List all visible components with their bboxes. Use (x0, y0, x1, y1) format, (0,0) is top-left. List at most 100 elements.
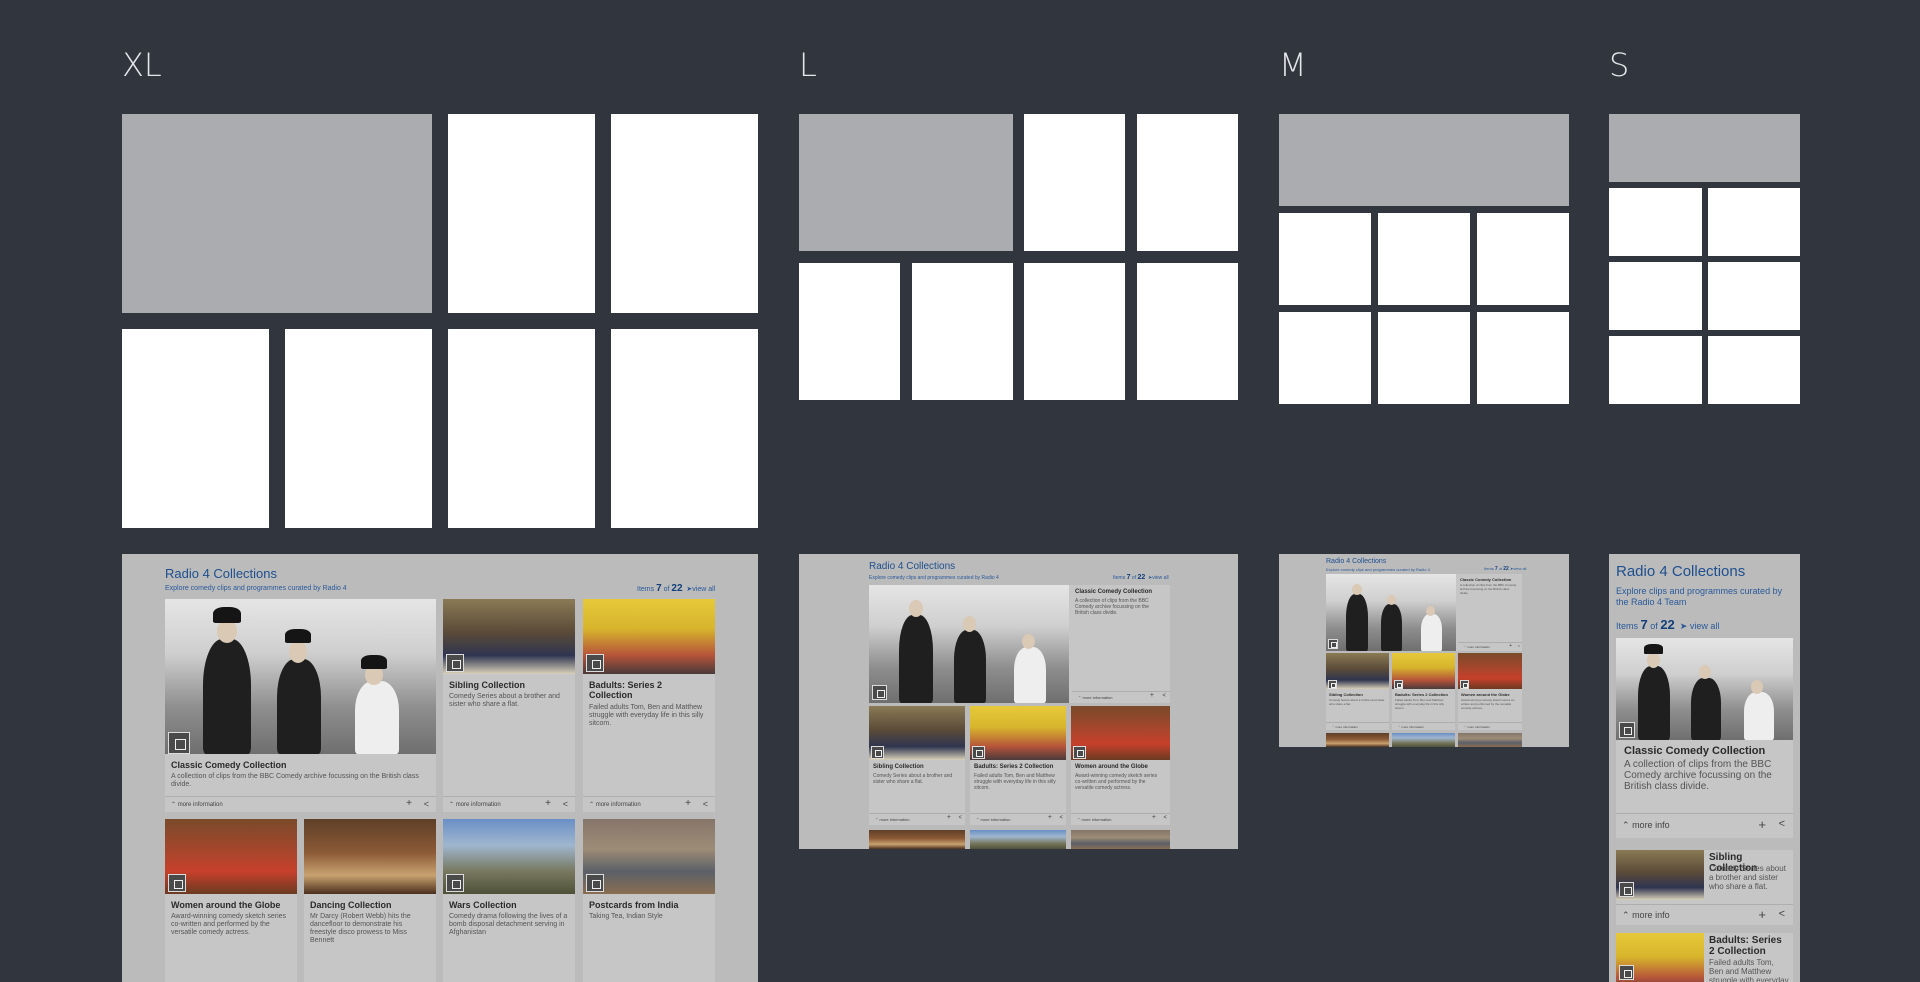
more-info-link[interactable]: ⌃ more information (1078, 695, 1113, 700)
xl-tile (285, 329, 432, 528)
card-dancing[interactable] (869, 830, 965, 849)
card-title: Dancing Collection (310, 900, 392, 910)
view-all-link[interactable]: view all (692, 586, 715, 593)
s-mockup: Radio 4 Collections Explore clips and pr… (1609, 554, 1800, 982)
plus-icon[interactable]: + (1758, 817, 1766, 832)
card-title: Classic Comedy Collection (1460, 577, 1512, 582)
more-info-link[interactable]: ⌃ more information (1398, 725, 1424, 729)
card-postcards-india[interactable] (1071, 830, 1170, 849)
view-all-link[interactable]: view all (1513, 566, 1526, 571)
more-info-link[interactable]: ⌃ more information (171, 801, 223, 808)
more-info-link[interactable]: ⌃ more info (1622, 910, 1670, 921)
card-women-globe[interactable]: Women around the Globe Award-winning com… (165, 819, 297, 982)
card-desc: Award-winning comedy sketch series co-wr… (171, 913, 287, 936)
plus-icon[interactable]: + (947, 814, 951, 821)
share-icon[interactable]: < (958, 815, 962, 821)
card-desc: A collection of clips from the BBC Comed… (171, 773, 419, 788)
more-info-link[interactable]: ⌃ more information (1464, 645, 1490, 649)
l-mockup: Radio 4 Collections Explore comedy clips… (799, 554, 1238, 849)
card-wars[interactable] (1392, 733, 1455, 747)
card-classic-comedy[interactable]: Classic Comedy Collection A collection o… (1616, 638, 1793, 838)
more-info-link[interactable]: ⌃ more information (875, 817, 910, 822)
more-info-link[interactable]: ⌃ more information (1077, 817, 1112, 822)
card-classic-comedy[interactable]: Classic Comedy Collection A collection o… (165, 599, 436, 812)
share-icon[interactable]: < (1779, 908, 1785, 920)
plus-icon[interactable]: + (685, 798, 691, 809)
card-footer: ⌃ more info + < (1616, 904, 1793, 925)
card-badults[interactable]: Badults: Series 2 Collection Failed adul… (970, 706, 1066, 825)
plus-icon[interactable]: + (406, 798, 412, 809)
card-desc: Failed adults Tom, Ben and Matthew strug… (589, 704, 704, 727)
card-title: Sibling Collection (873, 764, 924, 770)
size-label-l: L (799, 46, 817, 84)
card-sibling[interactable]: Sibling Collection Comedy Series about a… (869, 706, 965, 825)
card-wars[interactable] (970, 830, 1066, 849)
share-icon[interactable]: < (1779, 818, 1785, 830)
card-postcards-india[interactable]: Postcards from India Taking Tea, Indian … (583, 819, 715, 982)
share-icon[interactable]: < (1518, 643, 1520, 648)
more-info-link[interactable]: ⌃ more information (589, 801, 641, 808)
card-sibling[interactable]: Sibling Collection Comedy Series about a… (1616, 850, 1793, 925)
card-sibling[interactable]: Sibling Collection Comedy Series about a… (1326, 653, 1389, 730)
more-info-link[interactable]: ⌃ more information (1464, 725, 1490, 729)
card-badults[interactable]: Badults: Series 2 Collection Failed adul… (583, 599, 715, 812)
xl-feature-block (122, 114, 432, 313)
card-classic-comedy[interactable]: Classic Comedy Collection A collection o… (1326, 574, 1522, 651)
share-icon[interactable]: < (1163, 815, 1167, 821)
chevron-up-icon: ⌃ (1622, 910, 1630, 920)
gallery-icon (972, 746, 985, 759)
chevron-right-icon: ➤ (1679, 621, 1688, 631)
plus-icon[interactable]: + (1150, 692, 1154, 699)
card-classic-comedy[interactable]: Classic Comedy Collection A collection o… (869, 585, 1170, 703)
share-icon[interactable]: < (563, 799, 568, 809)
card-title: Badults: Series 2 Collection (1395, 692, 1448, 697)
share-icon[interactable]: < (703, 799, 708, 809)
xl-mockup: Radio 4 Collections Explore comedy clips… (122, 554, 758, 982)
more-info-link[interactable]: ⌃ more information (449, 801, 501, 808)
card-postcards-india[interactable] (1458, 733, 1522, 747)
card-desc: Failed adults Tom, Ben and Matthew strug… (974, 773, 1056, 791)
share-icon[interactable]: < (424, 799, 429, 809)
share-icon[interactable]: < (1162, 693, 1166, 699)
chevron-up-icon: ⌃ (1077, 817, 1081, 822)
gallery-icon (446, 874, 464, 892)
card-footer: ⌃ more information (1392, 722, 1455, 730)
card-dancing[interactable] (1326, 733, 1389, 747)
card-image (1616, 638, 1793, 740)
gallery-icon (168, 732, 190, 754)
plus-icon[interactable]: + (1152, 814, 1156, 821)
card-sibling[interactable]: Sibling Collection Comedy Series about a… (443, 599, 575, 812)
view-all-link[interactable]: view all (1152, 575, 1168, 581)
gallery-icon (871, 746, 884, 759)
chevron-up-icon: ⌃ (449, 802, 455, 808)
card-women-globe[interactable]: Women around the Globe Award-winning com… (1071, 706, 1170, 825)
gallery-icon (1619, 882, 1634, 897)
s-tile (1708, 262, 1800, 330)
share-icon[interactable]: < (1059, 815, 1063, 821)
items-counter: Items 7 of 22 ➤view all (1484, 566, 1527, 572)
xl-tile (448, 114, 595, 313)
card-title: Badults: Series 2 Collection (589, 680, 663, 700)
card-footer: ⌃ more information + < (443, 796, 575, 812)
s-tile (1609, 336, 1702, 404)
card-badults[interactable]: Badults: Series 2 Collection Failed adul… (1616, 933, 1793, 982)
card-badults[interactable]: Badults: Series 2 Collection Failed adul… (1392, 653, 1455, 730)
card-wars[interactable]: Wars Collection Comedy drama following t… (443, 819, 575, 982)
card-dancing[interactable]: Dancing Collection Mr Darcy (Robert Webb… (304, 819, 436, 982)
mockup-subtitle: Explore comedy clips and programmes cura… (165, 585, 347, 592)
card-footer: ⌃ more information + < (970, 813, 1066, 825)
s-tile (1708, 188, 1800, 256)
card-footer: ⌃ more info + < (1616, 813, 1793, 838)
more-info-link[interactable]: ⌃ more information (1332, 725, 1358, 729)
card-footer: ⌃ more information + < (165, 796, 436, 812)
more-info-link[interactable]: ⌃ more information (976, 817, 1011, 822)
card-women-globe[interactable]: Women around the Globe Award-winning com… (1458, 653, 1522, 730)
more-info-link[interactable]: ⌃ more info (1622, 820, 1670, 831)
plus-icon[interactable]: + (545, 798, 551, 809)
plus-icon[interactable]: + (1758, 907, 1766, 922)
view-all-link[interactable]: view all (1690, 621, 1720, 631)
plus-icon[interactable]: + (1509, 643, 1512, 649)
card-title: Women around the Globe (1075, 764, 1148, 770)
gallery-icon (1460, 680, 1469, 689)
plus-icon[interactable]: + (1048, 814, 1052, 821)
